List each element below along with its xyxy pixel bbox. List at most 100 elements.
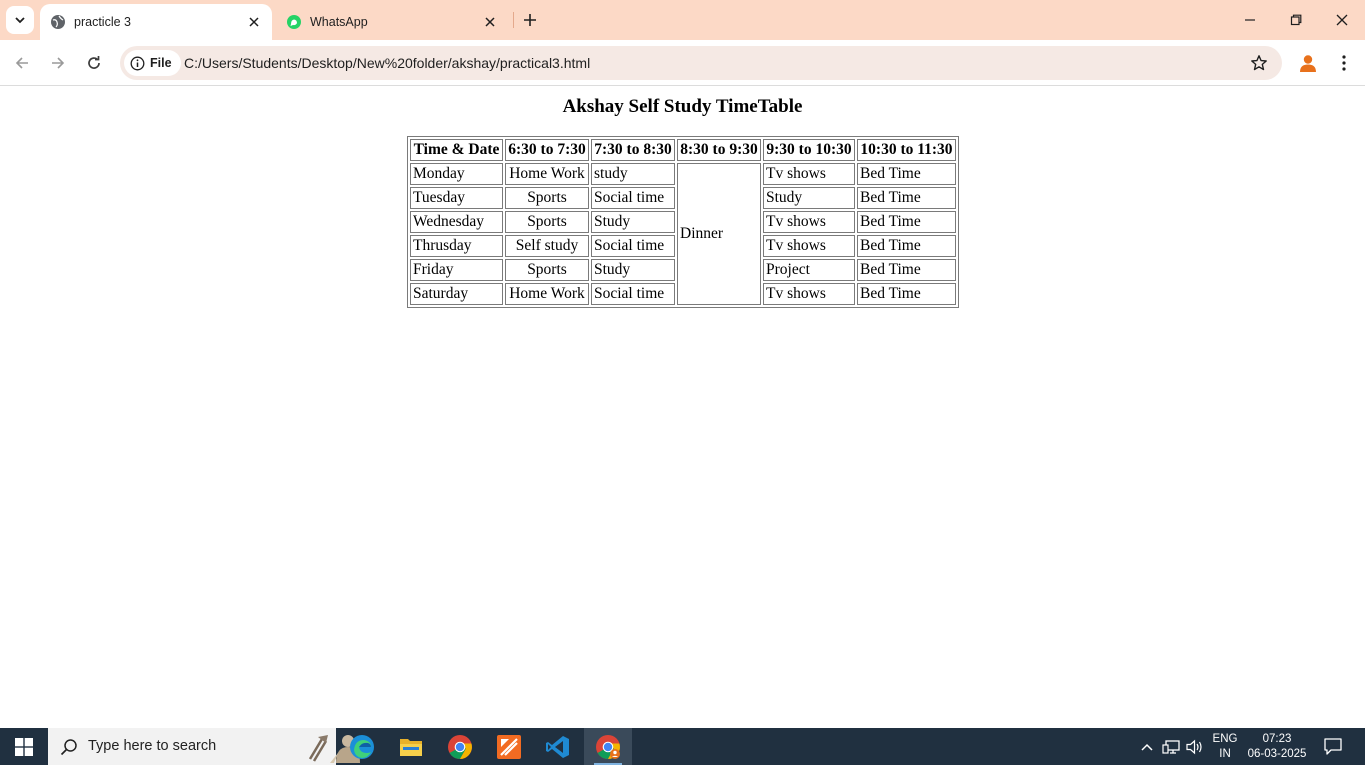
region-code: IN (1219, 748, 1231, 760)
chrome-active-icon (596, 734, 620, 759)
file-explorer-app-button[interactable] (387, 728, 435, 765)
day-cell: Friday (410, 259, 503, 281)
column-header: 6:30 to 7:30 (505, 139, 589, 161)
table-cell: Social time (591, 283, 675, 305)
chevron-down-icon (15, 17, 25, 24)
search-icon (60, 739, 77, 756)
table-cell: Study (591, 259, 675, 281)
table-cell: Bed Time (857, 187, 956, 209)
edge-icon (350, 734, 374, 759)
reload-button[interactable] (80, 49, 108, 77)
table-cell: Bed Time (857, 283, 956, 305)
chrome-icon (448, 734, 472, 759)
network-icon (1162, 739, 1180, 754)
close-window-button[interactable] (1319, 0, 1365, 40)
tab-strip: practicle 3 WhatsApp (0, 0, 1365, 40)
forward-button[interactable] (44, 49, 72, 77)
table-cell: Sports (505, 211, 589, 233)
close-tab-icon[interactable] (244, 12, 264, 32)
web-page: Akshay Self Study TimeTable Time & Date … (0, 87, 1365, 728)
kebab-menu-icon[interactable] (1332, 50, 1356, 76)
bookmark-star-icon[interactable] (1250, 54, 1268, 72)
column-header: 10:30 to 11:30 (857, 139, 956, 161)
tab-title: WhatsApp (310, 15, 368, 29)
column-header: Time & Date (410, 139, 503, 161)
tab-search-button[interactable] (6, 6, 34, 34)
clock[interactable]: 07:23 06-03-2025 (1246, 732, 1308, 762)
minimize-button[interactable] (1227, 0, 1273, 40)
taskbar: Type here to search ENG IN 07:23 06-03-2… (0, 728, 1365, 765)
url-text[interactable]: C:/Users/Students/Desktop/New%20folder/a… (184, 55, 590, 71)
site-info-chip[interactable]: File (124, 50, 181, 76)
table-cell: Bed Time (857, 163, 956, 185)
chevron-up-icon (1141, 743, 1153, 751)
table-cell: Tv shows (763, 283, 855, 305)
minimize-icon (1245, 19, 1255, 21)
arrow-right-icon (52, 57, 65, 69)
column-header: 8:30 to 9:30 (677, 139, 761, 161)
address-bar[interactable]: File C:/Users/Students/Desktop/New%20fol… (120, 46, 1282, 80)
volume-icon (1186, 739, 1202, 754)
day-cell: Saturday (410, 283, 503, 305)
volume-button[interactable] (1184, 728, 1206, 765)
tab-title: practicle 3 (74, 15, 131, 29)
table-cell: Home Work (505, 163, 589, 185)
back-button[interactable] (8, 49, 36, 77)
table-cell: Bed Time (857, 235, 956, 257)
scheme-label: File (150, 56, 172, 70)
browser-toolbar: File C:/Users/Students/Desktop/New%20fol… (0, 40, 1365, 86)
arrow-left-icon (15, 57, 28, 69)
info-icon (130, 56, 145, 71)
table-row: Monday Home Work study Dinner Tv shows B… (410, 163, 956, 305)
table-cell: study (591, 163, 675, 185)
chrome-app-button[interactable] (436, 728, 484, 765)
orange-app-button[interactable] (485, 728, 533, 765)
profile-avatar-icon[interactable] (1295, 50, 1321, 76)
reload-icon (88, 56, 100, 69)
table-cell: Bed Time (857, 259, 956, 281)
dinner-cell: Dinner (677, 163, 761, 305)
start-button[interactable] (0, 728, 48, 765)
search-placeholder: Type here to search (88, 738, 217, 754)
table-cell: Sports (505, 187, 589, 209)
windows-logo-icon (15, 737, 33, 756)
file-explorer-icon (400, 738, 422, 756)
day-cell: Wednesday (410, 211, 503, 233)
network-button[interactable] (1159, 728, 1183, 765)
table-cell: Home Work (505, 283, 589, 305)
notification-icon (1324, 738, 1342, 755)
clock-date: 06-03-2025 (1247, 748, 1307, 760)
day-cell: Tuesday (410, 187, 503, 209)
globe-icon (50, 14, 66, 30)
day-cell: Monday (410, 163, 503, 185)
chrome-active-app-button[interactable] (584, 728, 632, 765)
restore-button[interactable] (1273, 0, 1319, 40)
column-header: 7:30 to 8:30 (591, 139, 675, 161)
table-cell: Study (763, 187, 855, 209)
show-hidden-icons-button[interactable] (1136, 728, 1158, 765)
table-cell: Social time (591, 235, 675, 257)
tab-whatsapp[interactable]: WhatsApp (276, 4, 508, 40)
table-cell: Sports (505, 259, 589, 281)
edge-app-button[interactable] (338, 728, 386, 765)
input-language-indicator[interactable]: ENG IN (1208, 732, 1242, 762)
language-code: ENG (1212, 733, 1238, 745)
table-cell: Bed Time (857, 211, 956, 233)
app-orange-icon (497, 734, 521, 759)
close-tab-icon[interactable] (480, 12, 500, 32)
tab-separator (513, 12, 514, 28)
tab-practicle-3[interactable]: practicle 3 (40, 4, 272, 40)
new-tab-button[interactable] (518, 8, 542, 32)
whatsapp-icon (286, 14, 302, 30)
table-header-row: Time & Date 6:30 to 7:30 7:30 to 8:30 8:… (410, 139, 956, 161)
restore-icon (1290, 14, 1302, 26)
plus-icon (524, 14, 536, 26)
vscode-app-button[interactable] (534, 728, 582, 765)
table-cell: Study (591, 211, 675, 233)
close-icon (1336, 14, 1348, 26)
table-cell: Social time (591, 187, 675, 209)
notifications-button[interactable] (1318, 728, 1348, 765)
taskbar-search-box[interactable]: Type here to search (48, 728, 360, 765)
timetable: Time & Date 6:30 to 7:30 7:30 to 8:30 8:… (407, 136, 959, 308)
table-cell: Tv shows (763, 211, 855, 233)
